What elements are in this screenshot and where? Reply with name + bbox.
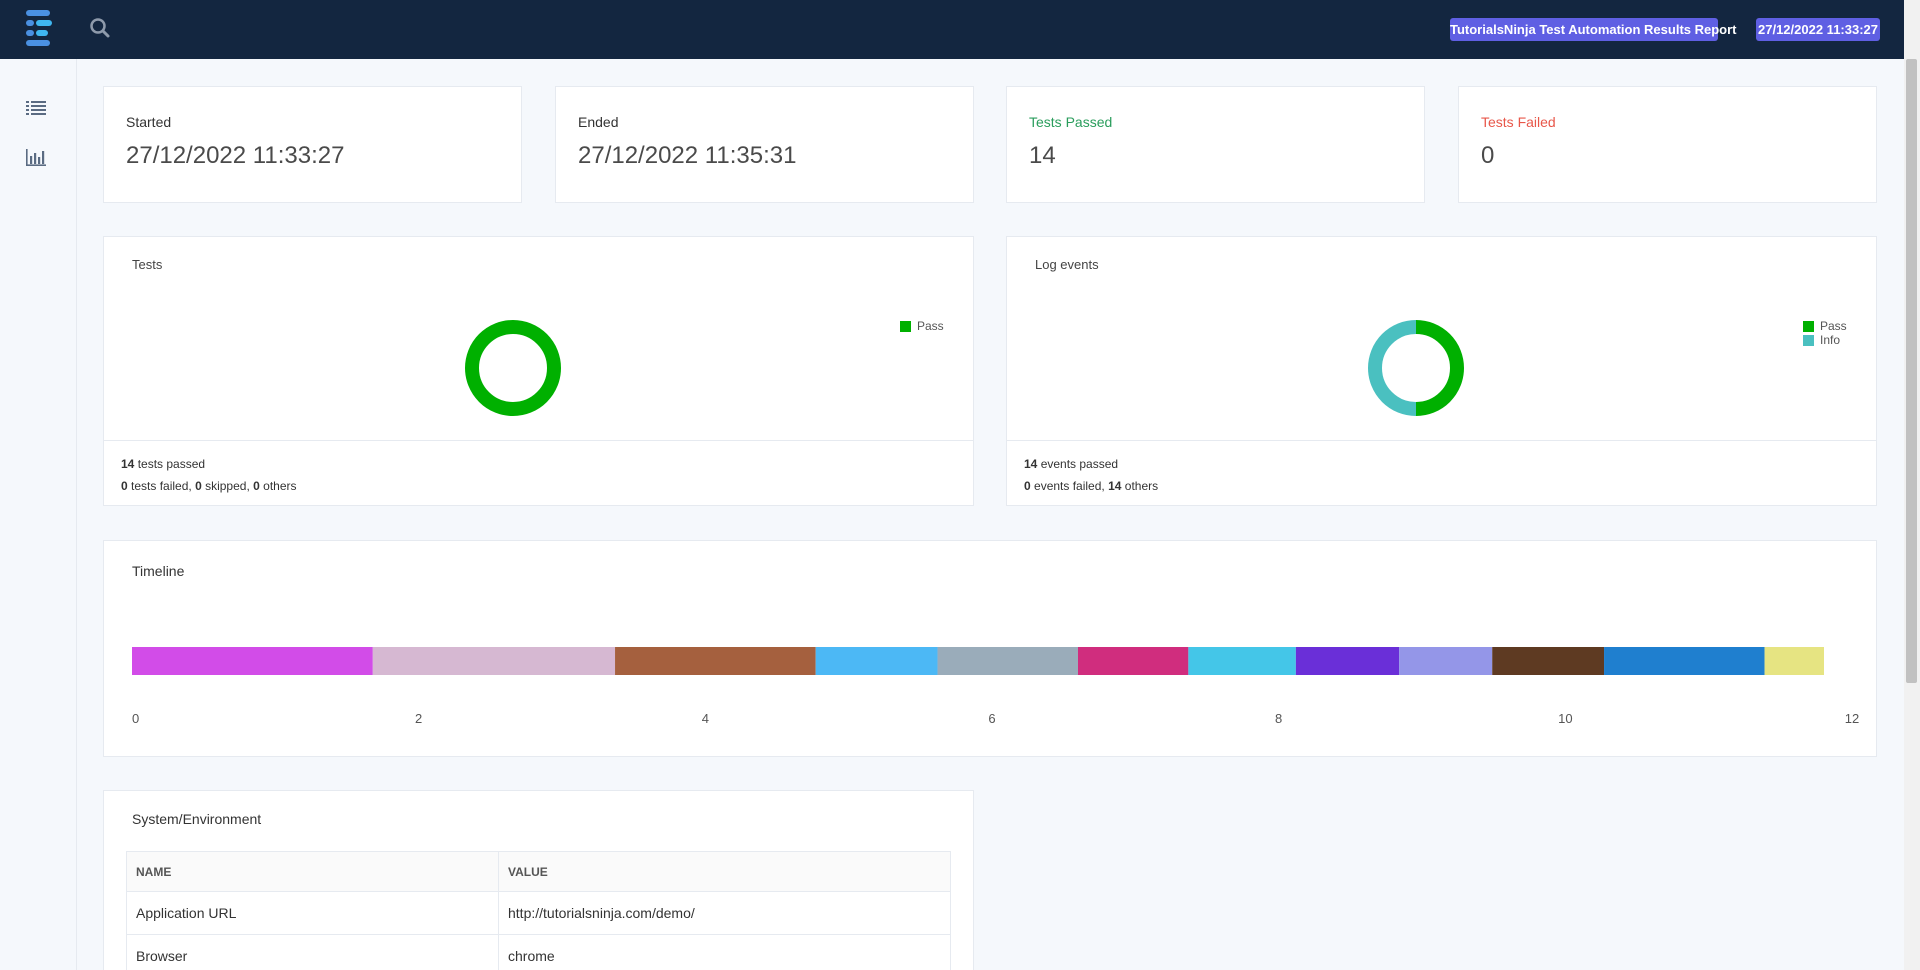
bar-chart-icon[interactable] — [24, 145, 48, 169]
tests-failed-value: 0 — [1481, 142, 1495, 169]
env-name-cell: Application URL — [126, 891, 499, 935]
tests-failed-text: tests failed, — [127, 479, 196, 493]
timeline-segment-3[interactable] — [615, 647, 816, 675]
events-chart-card: Log events Pass Info 14 events passed 0 … — [1006, 236, 1877, 506]
tests-donut-chart — [465, 320, 561, 416]
tests-passed-label: Tests Passed — [1029, 114, 1113, 130]
tests-passed-card: Tests Passed 14 — [1006, 86, 1425, 203]
donut-slice-info[interactable] — [1368, 320, 1417, 416]
page-scrollbar-thumb[interactable] — [1906, 59, 1917, 683]
environment-table: NAME VALUE Application URL http://tutori… — [126, 851, 951, 970]
tests-passed-value: 14 — [1029, 142, 1056, 169]
table-header-row: NAME VALUE — [126, 851, 951, 892]
timeline-segment-6[interactable] — [1078, 647, 1189, 675]
donut-slice-pass[interactable] — [1415, 320, 1464, 416]
events-passed-summary: 14 events passed — [1024, 457, 1118, 471]
legend-swatch-pass — [900, 320, 911, 332]
events-passed-text: events passed — [1037, 457, 1119, 471]
timeline-tick-label: 4 — [701, 711, 709, 726]
legend-swatch-info — [1803, 334, 1814, 346]
started-card: Started 27/12/2022 11:33:27 — [103, 86, 522, 203]
events-failed-text: events failed, — [1030, 479, 1109, 493]
ended-label: Ended — [578, 114, 619, 130]
tests-others-count: 0 — [253, 479, 260, 493]
list-icon[interactable] — [24, 96, 48, 120]
legend-item-pass[interactable]: Pass — [900, 319, 944, 333]
timeline-tick-label: 6 — [988, 711, 996, 726]
table-row: Application URL http://tutorialsninja.co… — [126, 891, 951, 935]
timeline-segment-10[interactable] — [1492, 647, 1605, 675]
timeline-tick-label: 0 — [132, 711, 140, 726]
top-navbar: TutorialsNinja Test Automation Results R… — [0, 0, 1920, 59]
events-donut-chart — [1368, 320, 1464, 416]
sidebar — [0, 59, 77, 970]
donut-slice-pass[interactable] — [465, 320, 561, 416]
tests-chart-card: Tests Pass 14 tests passed 0 tests faile… — [103, 236, 974, 506]
started-value: 27/12/2022 11:33:27 — [126, 142, 345, 169]
events-passed-count: 14 — [1024, 457, 1038, 471]
timeline-segment-5[interactable] — [937, 647, 1078, 675]
timeline-tick-label: 2 — [415, 711, 423, 726]
legend-swatch-pass — [1803, 320, 1814, 332]
column-header-name: NAME — [126, 851, 499, 892]
tests-passed-summary: 14 tests passed — [121, 457, 205, 471]
started-label: Started — [126, 114, 172, 130]
legend-label-pass: Pass — [1820, 319, 1847, 333]
timeline-segment-1[interactable] — [132, 647, 373, 675]
env-value-cell: http://tutorialsninja.com/demo/ — [498, 891, 951, 935]
events-failed-summary: 0 events failed, 14 others — [1024, 479, 1158, 493]
tests-passed-text: tests passed — [134, 457, 206, 471]
tests-legend: Pass — [900, 319, 944, 333]
timeline-tick-label: 10 — [1558, 711, 1573, 726]
events-others-count: 14 — [1108, 479, 1122, 493]
timeline-segment-2[interactable] — [372, 647, 616, 675]
timeline-segment-12[interactable] — [1764, 647, 1824, 675]
legend-item-info[interactable]: Info — [1803, 333, 1847, 347]
tests-failed-card: Tests Failed 0 — [1458, 86, 1877, 203]
tests-skipped-text: skipped, — [201, 479, 254, 493]
timeline-segment-4[interactable] — [815, 647, 938, 675]
events-others-text: others — [1121, 479, 1159, 493]
environment-title: System/Environment — [132, 811, 262, 827]
timeline-bar — [132, 647, 1824, 675]
tests-failed-label: Tests Failed — [1481, 114, 1556, 130]
timeline-tick-label: 12 — [1844, 711, 1860, 726]
timeline-tick-label: 8 — [1275, 711, 1283, 726]
legend-label-info: Info — [1820, 333, 1841, 347]
tests-skipped-count: 0 — [195, 479, 202, 493]
report-title-badge: TutorialsNinja Test Automation Results R… — [1450, 18, 1737, 41]
timeline-segment-7[interactable] — [1188, 647, 1296, 675]
timeline-card: Timeline 0 2 4 6 8 10 12 — [103, 540, 1877, 757]
ended-value: 27/12/2022 11:35:31 — [578, 142, 797, 169]
env-value-cell: chrome — [498, 934, 951, 970]
tests-failed-summary: 0 tests failed, 0 skipped, 0 others — [121, 479, 297, 493]
env-name-cell: Browser — [126, 934, 499, 970]
legend-item-pass[interactable]: Pass — [1803, 319, 1847, 333]
table-row: Browser chrome — [126, 934, 951, 970]
events-chart-footer: 14 events passed 0 events failed, 14 oth… — [1007, 440, 1876, 506]
extent-logo-icon[interactable] — [24, 10, 56, 46]
timeline-segment-9[interactable] — [1399, 647, 1493, 675]
report-date-badge: 27/12/2022 11:33:27 — [1756, 18, 1880, 41]
ended-card: Ended 27/12/2022 11:35:31 — [555, 86, 974, 203]
tests-chart-footer: 14 tests passed 0 tests failed, 0 skippe… — [104, 440, 973, 506]
events-failed-count: 0 — [1024, 479, 1031, 493]
legend-label-pass: Pass — [917, 319, 944, 333]
column-header-value: VALUE — [498, 851, 951, 892]
tests-others-text: others — [259, 479, 297, 493]
timeline-axis: 0 2 4 6 8 10 12 — [132, 711, 1859, 727]
events-legend: Pass Info — [1803, 319, 1847, 347]
environment-card: System/Environment NAME VALUE Applicatio… — [103, 790, 974, 970]
timeline-segment-8[interactable] — [1295, 647, 1400, 675]
timeline-segment-11[interactable] — [1604, 647, 1765, 675]
search-icon[interactable] — [88, 16, 112, 40]
timeline-title: Timeline — [132, 563, 185, 579]
tests-failed-count: 0 — [121, 479, 128, 493]
tests-passed-count: 14 — [121, 457, 135, 471]
